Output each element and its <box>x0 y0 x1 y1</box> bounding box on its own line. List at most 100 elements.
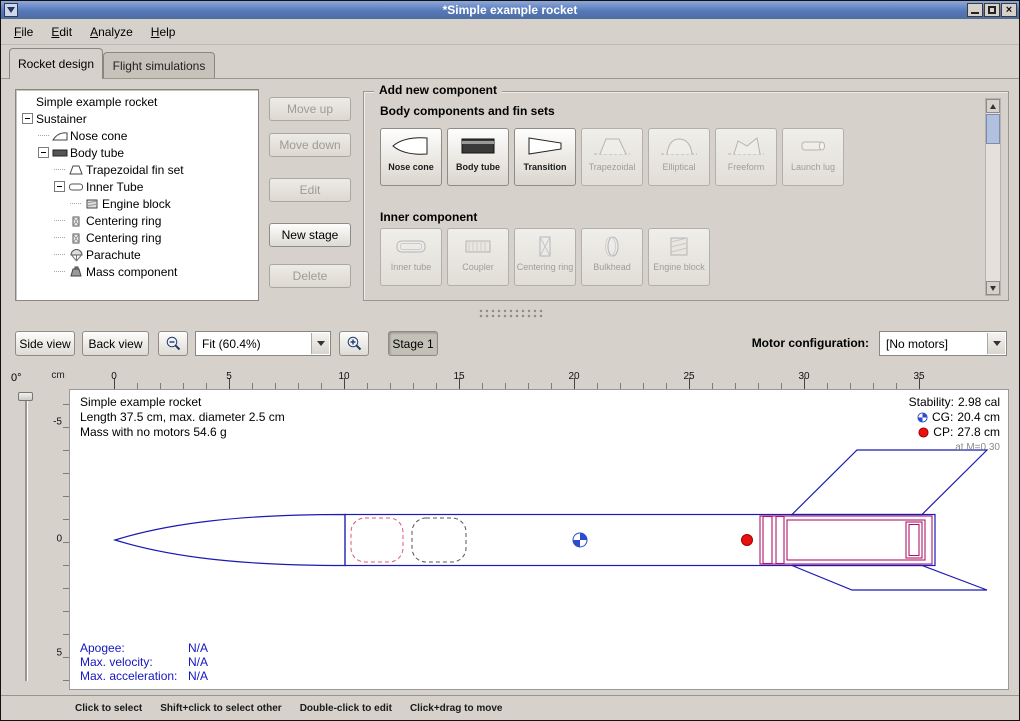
engine-block-icon <box>84 197 102 211</box>
tree-item-parachute[interactable]: Parachute <box>16 246 258 263</box>
parachute-outline[interactable] <box>351 518 403 562</box>
add-nose-cone-button[interactable]: Nose cone <box>380 128 442 186</box>
ruler-tick-label: 10 <box>338 371 349 382</box>
minimize-button[interactable] <box>967 3 983 17</box>
title-bar[interactable]: *Simple example rocket × <box>1 1 1019 19</box>
tree-item-body-tube[interactable]: Body tube <box>16 144 258 161</box>
zoom-select[interactable]: Fit (60.4%) <box>195 331 331 356</box>
tree-item-fin-set[interactable]: Trapezoidal fin set <box>16 161 258 178</box>
hint-click-drag: Click+drag to move <box>410 703 503 714</box>
tree-expander-icon[interactable] <box>38 147 49 158</box>
scrollbar[interactable] <box>985 98 1001 296</box>
tab-flight-simulations[interactable]: Flight simulations <box>103 52 215 78</box>
menu-analyze[interactable]: Analyze <box>81 22 142 42</box>
side-view-button[interactable]: Side view <box>15 331 75 356</box>
back-view-button[interactable]: Back view <box>82 331 149 356</box>
ruler-tick-label: 35 <box>913 371 924 382</box>
zoom-in-button[interactable] <box>339 331 369 356</box>
add-trapezoidal-fin-button[interactable]: Trapezoidal <box>581 128 643 186</box>
move-up-button[interactable]: Move up <box>269 97 351 121</box>
ruler-tick-label: 5 <box>56 648 62 659</box>
engine-block-icon <box>659 229 699 263</box>
add-body-tube-button[interactable]: Body tube <box>447 128 509 186</box>
scroll-up-button[interactable] <box>986 99 1000 113</box>
tree-item-label: Mass component <box>86 265 177 279</box>
tree-item-label: Centering ring <box>86 214 161 228</box>
tree-item-label: Body tube <box>70 146 124 160</box>
close-button[interactable]: × <box>1001 3 1017 17</box>
add-transition-button[interactable]: Transition <box>514 128 576 186</box>
mass-component-outline[interactable] <box>412 518 466 562</box>
centering-ring-icon <box>525 229 565 263</box>
cg-marker <box>573 533 587 547</box>
add-freeform-fin-button[interactable]: Freeform <box>715 128 777 186</box>
tree-item-label: Nose cone <box>70 129 127 143</box>
rocket-view: 0° cm 0 5 10 15 20 25 30 35 -5 0 5 <box>1 366 1020 693</box>
max-acceleration-label: Max. acceleration: <box>80 669 188 683</box>
scroll-down-button[interactable] <box>986 281 1000 295</box>
tree-expander-icon[interactable] <box>54 181 65 192</box>
chevron-down-icon <box>311 333 329 354</box>
scrollbar-thumb[interactable] <box>986 114 1000 144</box>
flight-data: Apogee:N/A Max. velocity:N/A Max. accele… <box>80 641 208 683</box>
max-acceleration-value: N/A <box>188 669 208 683</box>
zoom-out-icon <box>165 335 182 352</box>
mass-icon <box>68 265 86 279</box>
cp-symbol-icon <box>918 427 929 438</box>
add-engine-block-button[interactable]: Engine block <box>648 228 710 286</box>
tree-expander-icon[interactable] <box>22 113 33 124</box>
move-down-button[interactable]: Move down <box>269 133 351 157</box>
tab-rocket-design[interactable]: Rocket design <box>9 48 103 79</box>
stability-info: Stability:2.98 cal CG:20.4 cm CP:27.8 cm… <box>909 395 1000 455</box>
add-component-group: Add new component Body components and fi… <box>363 91 1009 301</box>
body-tube-icon <box>458 129 498 163</box>
tree-item-centering-ring-2[interactable]: Centering ring <box>16 229 258 246</box>
ruler-unit: cm <box>47 370 69 388</box>
tree-item-label: Centering ring <box>86 231 161 245</box>
tree-item-rocket[interactable]: Simple example rocket <box>16 93 258 110</box>
tree-item-sustainer[interactable]: Sustainer <box>16 110 258 127</box>
tree-item-nose-cone[interactable]: Nose cone <box>16 127 258 144</box>
add-centering-ring-button[interactable]: Centering ring <box>514 228 576 286</box>
tab-pane-border <box>1 78 1019 79</box>
rocket-canvas[interactable]: Simple example rocket Length 37.5 cm, ma… <box>69 389 1009 690</box>
add-elliptical-fin-button[interactable]: Elliptical <box>648 128 710 186</box>
motor-mount-outline[interactable] <box>760 516 932 564</box>
tree-item-label: Simple example rocket <box>36 95 157 109</box>
ruler-tick-label: 0 <box>56 534 62 545</box>
add-inner-tube-button[interactable]: Inner tube <box>380 228 442 286</box>
menu-edit[interactable]: Edit <box>42 22 81 42</box>
coupler-icon <box>458 229 498 263</box>
stage-1-toggle[interactable]: Stage 1 <box>388 331 438 356</box>
menu-help[interactable]: Help <box>142 22 185 42</box>
tree-item-engine-block[interactable]: Engine block <box>16 195 258 212</box>
add-launch-lug-button[interactable]: Launch lug <box>782 128 844 186</box>
rotation-slider-thumb[interactable] <box>18 392 33 401</box>
splitter-handle[interactable] <box>479 309 543 319</box>
new-stage-button[interactable]: New stage <box>269 223 351 247</box>
delete-button[interactable]: Delete <box>269 264 351 288</box>
rocket-info: Simple example rocket Length 37.5 cm, ma… <box>80 395 285 440</box>
edit-button[interactable]: Edit <box>269 178 351 202</box>
component-tree[interactable]: Simple example rocket Sustainer Nose con… <box>15 89 259 301</box>
section-body-components: Body components and fin sets <box>380 104 555 118</box>
tree-item-mass-component[interactable]: Mass component <box>16 263 258 280</box>
nose-cone-icon <box>52 129 70 143</box>
inner-tube-icon <box>391 229 431 263</box>
motor-configuration-select[interactable]: [No motors] <box>879 331 1007 356</box>
tree-item-inner-tube[interactable]: Inner Tube <box>16 178 258 195</box>
add-coupler-button[interactable]: Coupler <box>447 228 509 286</box>
ruler-tick-label: 30 <box>798 371 809 382</box>
maximize-button[interactable] <box>984 3 1000 17</box>
hint-double-click: Double-click to edit <box>300 703 392 714</box>
zoom-out-button[interactable] <box>158 331 188 356</box>
add-bulkhead-button[interactable]: Bulkhead <box>581 228 643 286</box>
rotation-slider[interactable] <box>25 396 28 681</box>
window-title: *Simple example rocket <box>1 3 1019 17</box>
tree-item-label: Parachute <box>86 248 141 262</box>
nose-cone-icon <box>391 129 431 163</box>
transition-icon <box>525 129 565 163</box>
tree-item-centering-ring-1[interactable]: Centering ring <box>16 212 258 229</box>
hint-shift-click: Shift+click to select other <box>160 703 281 714</box>
menu-file[interactable]: File <box>5 22 42 42</box>
